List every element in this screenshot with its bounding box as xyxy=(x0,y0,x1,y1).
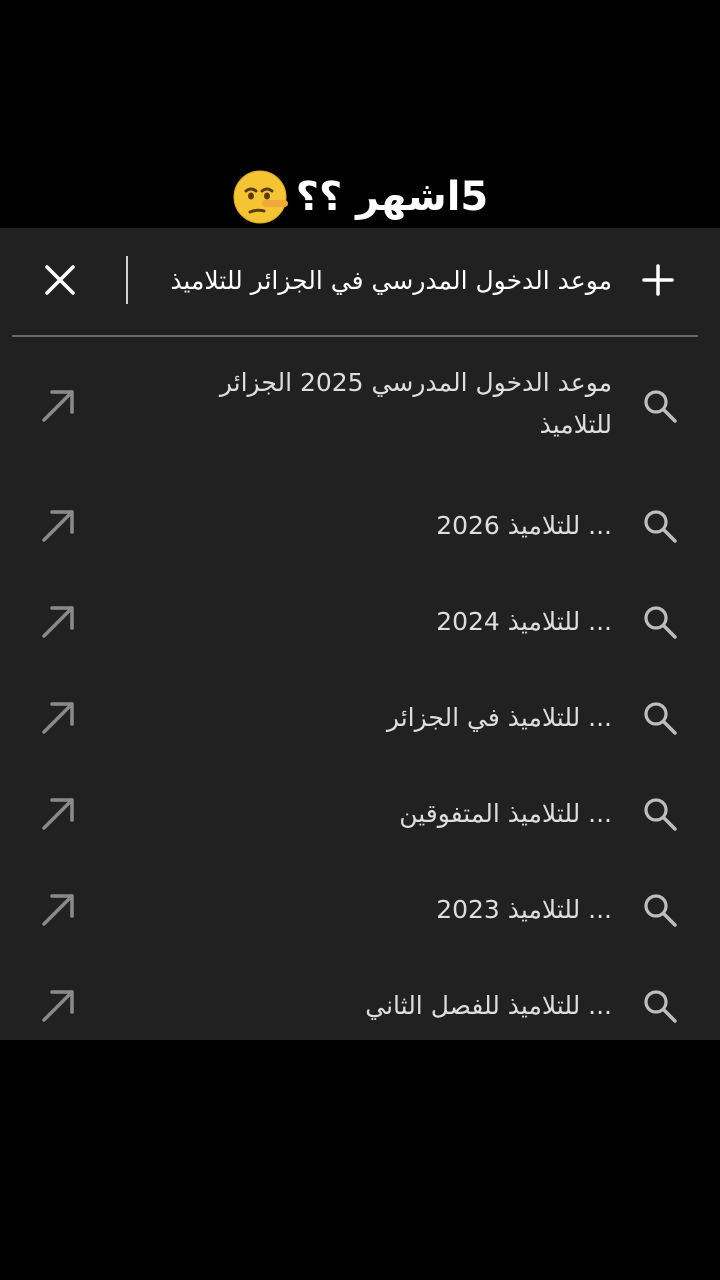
suggestion-list: موعد الدخول المدرسي 2025 الجزائر للتلامي… xyxy=(0,360,720,1054)
search-bar xyxy=(0,228,720,334)
suggestion-item[interactable]: موعد الدخول المدرسي 2025 الجزائر للتلامي… xyxy=(0,360,720,478)
suggestion-item[interactable]: ... للتلاميذ 2023 xyxy=(0,862,720,958)
search-icon xyxy=(642,508,678,544)
search-icon xyxy=(642,604,678,640)
suggestion-label: ... للتلاميذ المتفوقين xyxy=(399,799,612,828)
suggestion-label: ... للتلاميذ 2023 xyxy=(436,895,612,924)
suggestion-label: ... للتلاميذ للفصل الثاني xyxy=(365,991,612,1020)
search-divider xyxy=(12,335,698,337)
search-icon xyxy=(642,892,678,928)
suggestion-item[interactable]: ... للتلاميذ 2024 xyxy=(0,574,720,670)
arrow-up-left-icon[interactable] xyxy=(40,506,78,544)
search-panel: موعد الدخول المدرسي 2025 الجزائر للتلامي… xyxy=(0,228,720,1040)
suggestion-item[interactable]: ... للتلاميذ في الجزائر xyxy=(0,670,720,766)
suggestion-label: موعد الدخول المدرسي 2025 الجزائر للتلامي… xyxy=(219,368,612,439)
search-icon xyxy=(642,988,678,1024)
suggestion-item[interactable]: ... للتلاميذ المتفوقين xyxy=(0,766,720,862)
arrow-up-left-icon[interactable] xyxy=(40,986,78,1024)
search-icon xyxy=(642,388,678,424)
arrow-up-left-icon[interactable] xyxy=(40,386,78,424)
search-input[interactable] xyxy=(126,256,612,304)
search-icon xyxy=(642,796,678,832)
search-icon xyxy=(642,700,678,736)
suggestion-item[interactable]: ... للتلاميذ للفصل الثاني xyxy=(0,958,720,1054)
suggestion-label: ... للتلاميذ 2026 xyxy=(436,511,612,540)
arrow-up-left-icon[interactable] xyxy=(40,794,78,832)
suggestion-item[interactable]: ... للتلاميذ 2026 xyxy=(0,478,720,574)
caption-text: 5اشهر ؟؟ xyxy=(295,174,489,220)
arrow-up-left-icon[interactable] xyxy=(40,602,78,640)
arrow-up-left-icon[interactable] xyxy=(40,698,78,736)
arrow-up-left-icon[interactable] xyxy=(40,890,78,928)
video-caption: 5اشهر ؟؟ xyxy=(0,166,720,228)
close-icon[interactable] xyxy=(38,258,82,302)
lying-face-emoji-icon xyxy=(232,169,288,225)
suggestion-label: ... للتلاميذ 2024 xyxy=(436,607,612,636)
suggestion-label: ... للتلاميذ في الجزائر xyxy=(386,703,612,732)
plus-icon[interactable] xyxy=(636,258,680,302)
